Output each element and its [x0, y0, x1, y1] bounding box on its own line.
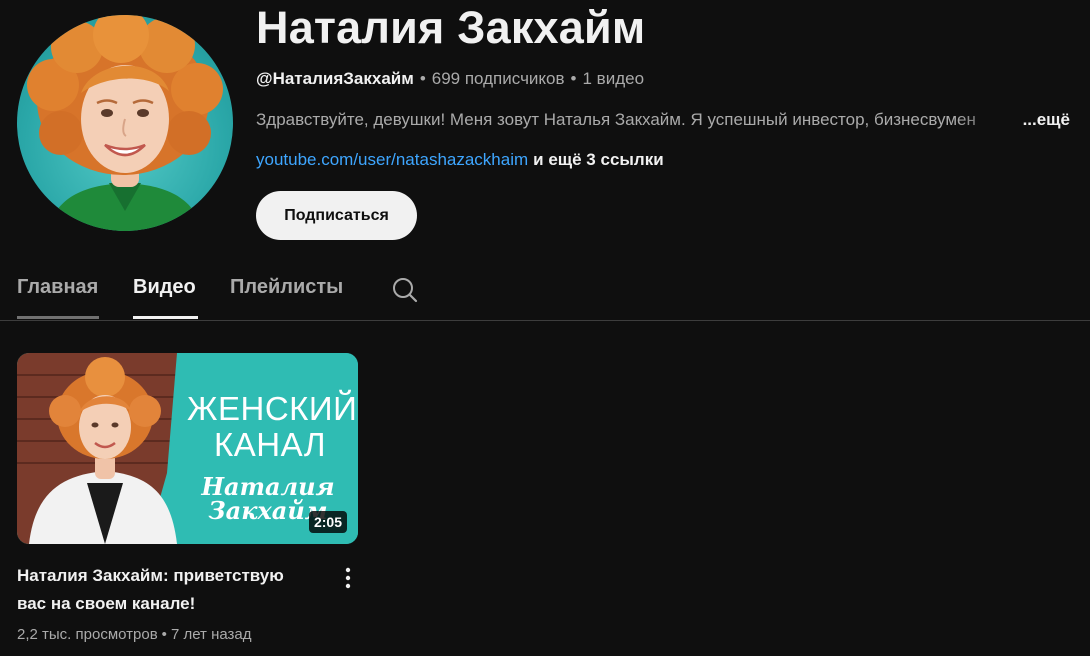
channel-page: Наталия Закхайм @НаталияЗакхайм • 699 подп…: [0, 0, 1090, 656]
video-views: 2,2 тыс. просмотров: [17, 626, 158, 643]
tab-playlists[interactable]: Плейлисты: [230, 276, 343, 299]
thumbnail-title: ЖЕНСКИЙ КАНАЛ: [187, 390, 358, 463]
channel-meta: @НаталияЗакхайм • 699 подписчиков • 1 видео: [256, 69, 644, 89]
description-text: Здравствуйте, девушки! Меня зовут Наталь…: [256, 110, 976, 129]
channel-avatar[interactable]: [17, 15, 233, 231]
tab-home[interactable]: Главная: [17, 276, 98, 299]
avatar-portrait-image: [27, 15, 223, 231]
more-links-button[interactable]: и ещё 3 ссылки: [533, 150, 664, 169]
tab-home-underline: [17, 316, 99, 319]
tab-videos-underline: [133, 316, 198, 319]
tabs-divider: [0, 320, 1090, 321]
description-more-link[interactable]: ...ещё: [1023, 110, 1070, 130]
channel-name: Наталия Закхайм: [256, 2, 646, 53]
tab-videos[interactable]: Видео: [133, 276, 196, 299]
subscribe-button[interactable]: Подписаться: [256, 191, 417, 240]
video-thumbnail[interactable]: ЖЕНСКИЙ КАНАЛ Наталия Закхайм 2:05: [17, 353, 358, 544]
meta-separator: •: [161, 626, 167, 643]
video-count: 1 видео: [582, 69, 645, 88]
video-title[interactable]: Наталия Закхайм: приветствую вас на свое…: [17, 562, 317, 618]
video-meta: 2,2 тыс. просмотров • 7 лет назад: [17, 626, 252, 643]
video-duration-badge: 2:05: [308, 511, 347, 533]
meta-separator: •: [570, 69, 577, 88]
channel-description[interactable]: Здравствуйте, девушки! Меня зовут Наталь…: [256, 110, 1070, 130]
channel-link[interactable]: youtube.com/user/natashazackhaim: [256, 150, 528, 169]
channel-handle: @НаталияЗакхайм: [256, 69, 414, 88]
meta-separator: •: [419, 69, 426, 88]
video-age: 7 лет назад: [170, 626, 252, 643]
subscriber-count: 699 подписчиков: [431, 69, 565, 88]
search-icon[interactable]: [391, 276, 419, 304]
more-vert-icon[interactable]: [334, 564, 362, 592]
channel-tabs: Главная Видео Плейлисты: [0, 262, 1090, 320]
channel-links: youtube.com/user/natashazackhaim и ещё 3 …: [256, 150, 664, 170]
